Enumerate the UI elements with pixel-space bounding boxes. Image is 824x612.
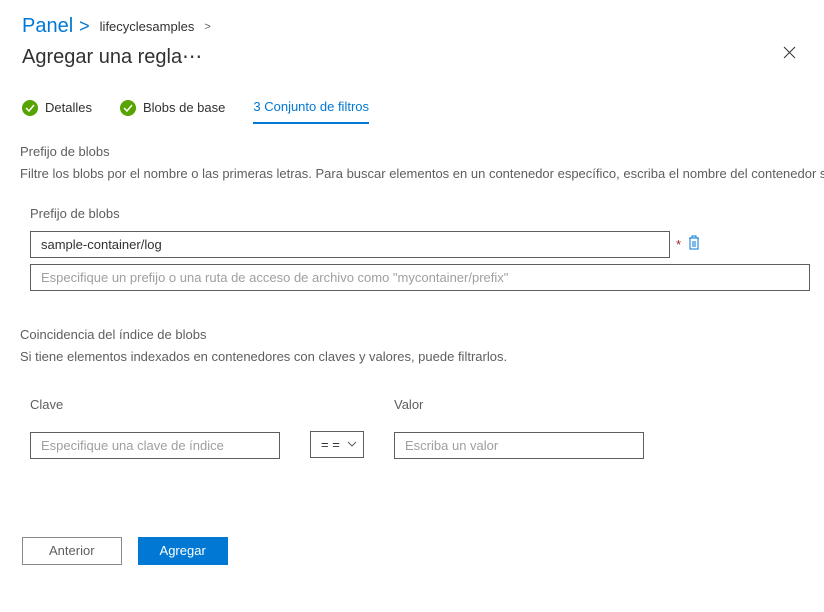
index-description: Si tiene elementos indexados en contened…: [20, 348, 824, 367]
index-heading: Coincidencia del índice de blobs: [20, 327, 824, 342]
required-indicator: *: [676, 237, 681, 252]
breadcrumb: Panel > lifecyclesamples >: [0, 0, 824, 42]
add-button[interactable]: Agregar: [138, 537, 228, 565]
value-input[interactable]: [394, 432, 644, 459]
operator-value: = =: [321, 437, 340, 452]
step-label: Detalles: [45, 100, 92, 115]
chevron-right-icon: >: [79, 16, 90, 37]
prefix-heading: Prefijo de blobs: [20, 144, 824, 159]
prefix-description: Filtre los blobs por el nombre o las pri…: [20, 165, 824, 184]
check-icon: [22, 100, 38, 116]
chevron-right-icon: >: [204, 21, 210, 33]
previous-button[interactable]: Anterior: [22, 537, 122, 565]
page-title: Agregar una regla⋯: [22, 44, 202, 69]
close-icon[interactable]: [777, 40, 802, 68]
prefix-input-0[interactable]: [30, 231, 670, 258]
prefix-field-label: Prefijo de blobs: [30, 206, 824, 221]
key-label: Clave: [30, 397, 280, 412]
key-input[interactable]: [30, 432, 280, 459]
trash-icon[interactable]: [687, 235, 701, 254]
breadcrumb-item[interactable]: lifecyclesamples: [100, 19, 195, 34]
wizard-steps: Detalles Blobs de base 3 Conjunto de fil…: [0, 69, 824, 124]
step-filters[interactable]: 3 Conjunto de filtros: [253, 99, 369, 124]
breadcrumb-root[interactable]: Panel: [22, 15, 73, 38]
step-label: Blobs de base: [143, 100, 225, 115]
prefix-input-1[interactable]: [30, 264, 810, 291]
check-icon: [120, 100, 136, 116]
value-label: Valor: [394, 397, 644, 412]
operator-select[interactable]: = =: [310, 431, 364, 458]
step-base-blobs[interactable]: Blobs de base: [120, 100, 225, 124]
step-label: 3 Conjunto de filtros: [253, 99, 369, 114]
step-details[interactable]: Detalles: [22, 100, 92, 124]
chevron-down-icon: [347, 441, 357, 447]
